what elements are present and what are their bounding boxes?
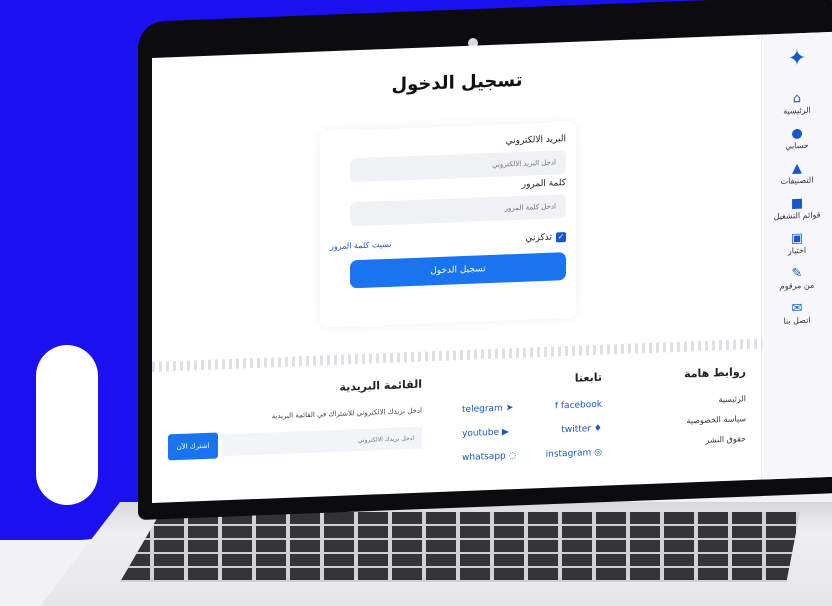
social-row: f facebook ➤ telegram [462,400,602,415]
password-field[interactable] [350,194,566,227]
sidebar-item-account[interactable]: ● حسابي [762,125,832,153]
footer-link-privacy[interactable]: سياسة الخصوصية [656,414,746,426]
footer-newsletter: القائمة البريدية ادخل بريدك الالكتروني ل… [162,378,422,461]
footer-follow-title: تابعنا [574,370,602,385]
remember-label: تذكرني [525,232,553,244]
facebook-icon: f [554,401,559,412]
sidebar-item-contact[interactable]: ✉ اتصل بنا [762,300,832,328]
newsletter-email-field[interactable] [222,426,422,457]
newsletter-form: اشترك الآن [162,425,422,461]
sidebar-item-home[interactable]: ⌂ الرئيسية [762,90,832,118]
checkbox-checked-icon: ✓ [556,232,566,243]
social-label: youtube [462,427,500,440]
page-title: تسجيل الدخول [391,69,523,96]
sidebar-item-label: الرئيسية [783,105,811,116]
telegram-icon: ➤ [505,403,514,414]
youtube-link[interactable]: ▶ youtube [462,427,509,439]
sidebar-item-quiz[interactable]: ▣ اختبار [762,230,832,258]
email-label: البريد الالكتروني [505,134,566,147]
social-label: twitter [561,424,592,436]
whatsapp-icon: ◌ [508,450,517,462]
newsletter-desc: ادخل بريدك الالكتروني للاشتراك في القائم… [271,406,422,421]
social-row: ♦ twitter ▶ youtube [462,424,602,439]
sidebar-item-label: من مرقوم [779,280,815,291]
sidebar: ✦ ⌂ الرئيسية ● حسابي ▲ التصنيفات ■ قوائم… [761,31,832,480]
sidebar-item-label: اتصل بنا [783,315,811,326]
sidebar-item-label: اختبار [787,245,807,256]
forgot-password-link[interactable]: نسيت كلمة المرور [330,239,392,250]
telegram-link[interactable]: ➤ telegram [462,403,513,415]
footer-link-home[interactable]: الرئيسية [656,394,746,406]
sidebar-item-categories[interactable]: ▲ التصنيفات [762,160,832,188]
whatsapp-link[interactable]: ◌ whatsapp [462,451,516,463]
decorative-shape-cutout [36,345,98,505]
instagram-link[interactable]: ◎ instagram [546,448,602,460]
youtube-icon: ▶ [501,427,509,438]
social-row: ◎ instagram ◌ whatsapp [462,448,602,463]
sidebar-item-about[interactable]: ✎ من مرقوم [762,265,832,293]
social-label: instagram [545,448,592,460]
newsletter-title: القائمة البريدية [339,377,422,394]
sidebar-item-label: حسابي [785,140,809,151]
subscribe-button[interactable]: اشترك الآن [168,432,218,461]
sidebar-item-label: التصنيفات [780,175,814,186]
twitter-link[interactable]: ♦ twitter [561,424,602,436]
login-button[interactable]: تسجيل الدخول [350,252,566,289]
social-label: telegram [462,403,503,416]
laptop-keyboard-rows [120,512,800,582]
wave-divider [152,338,762,372]
footer-link-copyright[interactable]: حقوق النشر [656,434,747,446]
social-label: whatsapp [462,451,506,464]
footer-follow: تابعنا f facebook ➤ telegram ♦ twitter ▶… [442,371,602,478]
facebook-link[interactable]: f facebook [555,400,602,412]
twitter-icon: ♦ [593,423,602,435]
stars-logo-icon[interactable]: ✦ [777,40,817,78]
laptop-screen: ✦ ⌂ الرئيسية ● حسابي ▲ التصنيفات ■ قوائم… [152,31,832,503]
social-label: facebook [560,399,602,412]
footer-links-title: روابط هامة [684,365,746,381]
instagram-icon: ◎ [594,447,602,459]
sidebar-item-playlists[interactable]: ■ قوائم التشغيل [762,195,832,223]
remember-checkbox[interactable]: ✓ تذكرني [525,232,566,244]
email-field[interactable] [350,150,566,183]
sidebar-item-label: قوائم التشغيل [773,210,821,222]
remember-row: ✓ تذكرني نسيت كلمة المرور [330,232,566,251]
footer-links: روابط هامة الرئيسية سياسة الخصوصية حقوق … [656,365,746,457]
login-form: البريد الالكتروني كلمة المرور ✓ تذكرني ن… [320,121,576,328]
